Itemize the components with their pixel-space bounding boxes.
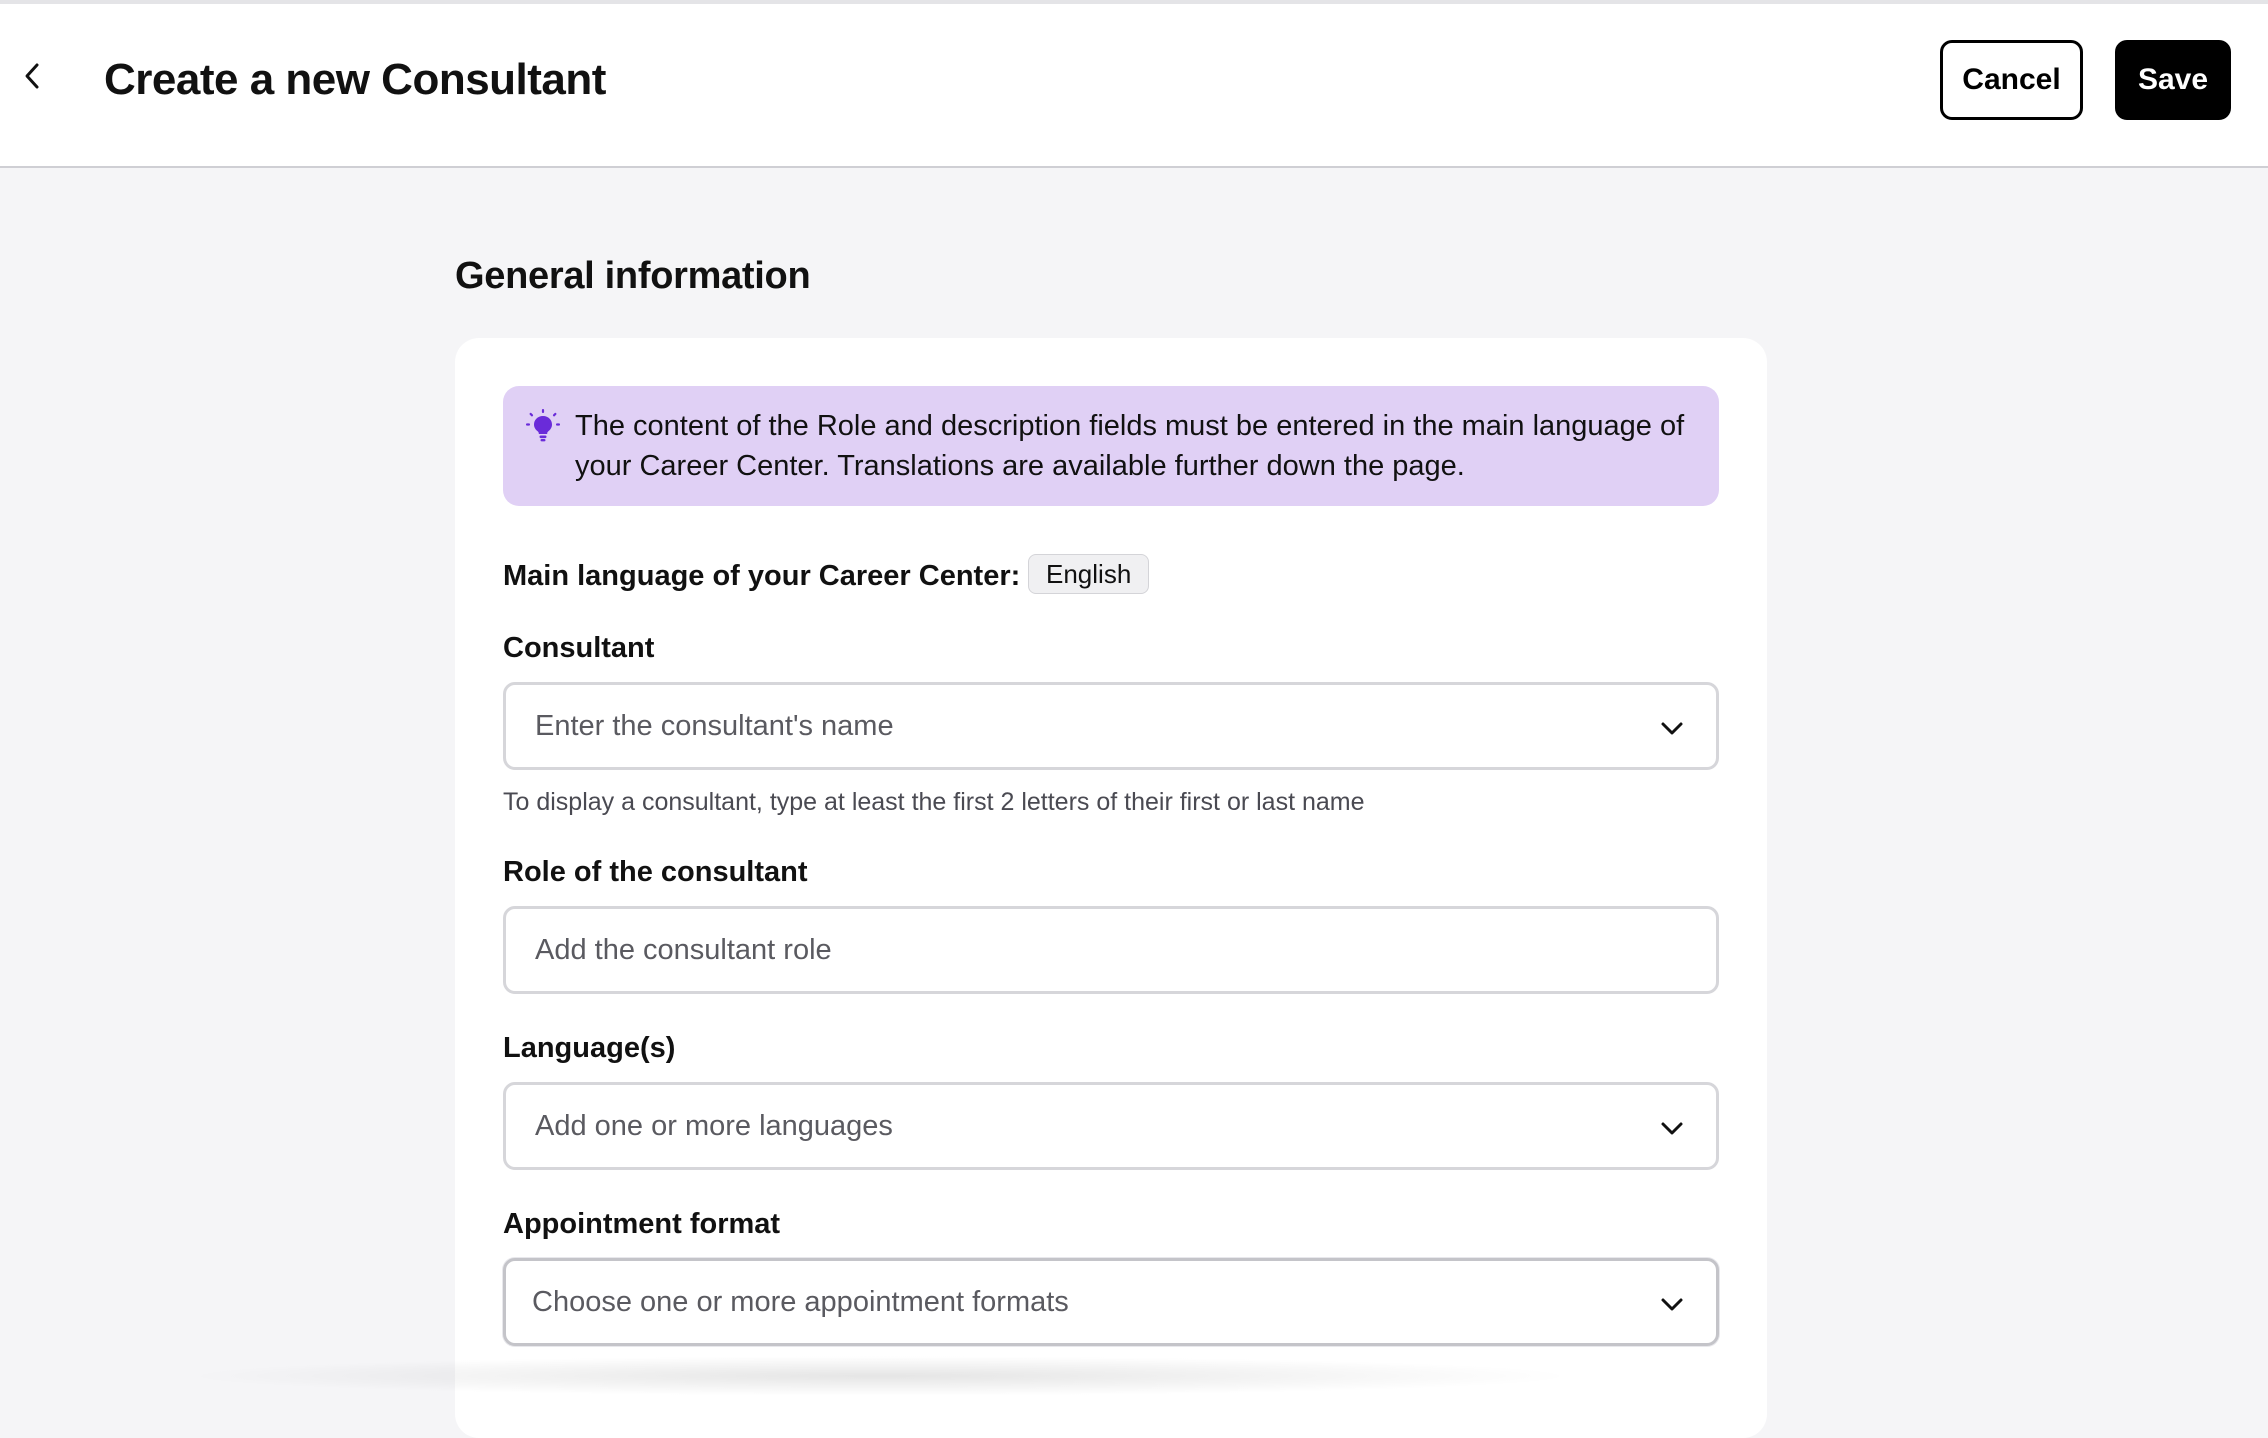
page-title: Create a new Consultant: [104, 55, 606, 104]
main-language-label: Main language of your Career Center:: [503, 560, 1021, 592]
appointment-format-select[interactable]: [503, 1258, 1719, 1346]
appointment-format-label: Appointment format: [503, 1208, 781, 1240]
consultant-select[interactable]: [503, 682, 1719, 770]
main-language-badge: English: [1028, 554, 1150, 594]
role-input[interactable]: [506, 909, 1716, 991]
save-button[interactable]: Save: [2115, 40, 2231, 120]
chevron-down-icon[interactable]: [1658, 714, 1686, 742]
languages-input[interactable]: [506, 1085, 1716, 1167]
languages-label: Language(s): [503, 1032, 676, 1064]
appointment-format-input[interactable]: [506, 1261, 1716, 1343]
consultant-input[interactable]: [506, 685, 1716, 767]
chevron-down-icon[interactable]: [1658, 1290, 1686, 1318]
page-header: Create a new Consultant Cancel Save: [0, 4, 2268, 168]
consultant-label: Consultant: [503, 632, 655, 664]
section-title: General information: [455, 255, 811, 297]
languages-select[interactable]: [503, 1082, 1719, 1170]
consultant-helper-text: To display a consultant, type at least t…: [503, 788, 1365, 816]
info-banner-text: The content of the Role and description …: [575, 410, 1685, 482]
lightbulb-icon: [526, 409, 560, 442]
back-button[interactable]: [14, 58, 50, 94]
form-card: The content of the Role and description …: [455, 338, 1767, 1438]
role-label: Role of the consultant: [503, 856, 808, 888]
bottom-shadow: [180, 1356, 1580, 1396]
cancel-button[interactable]: Cancel: [1940, 40, 2083, 120]
chevron-left-icon: [25, 63, 39, 89]
chevron-down-icon[interactable]: [1658, 1114, 1686, 1142]
role-field[interactable]: [503, 906, 1719, 994]
info-banner: The content of the Role and description …: [503, 386, 1719, 506]
